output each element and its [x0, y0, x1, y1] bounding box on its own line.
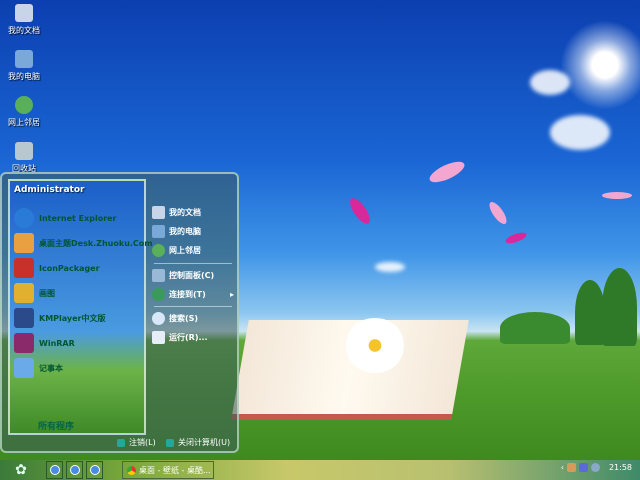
start-button[interactable]: ✿: [10, 462, 32, 478]
label: 我的文档: [8, 26, 40, 35]
user-name: Administrator: [14, 185, 85, 195]
desktop-icon-my-computer[interactable]: 我的电脑: [4, 50, 44, 82]
control-panel-icon: [152, 268, 165, 282]
network-places-icon: [15, 96, 33, 114]
submenu-arrow-icon: ▸: [229, 289, 234, 299]
label: 网上邻居: [169, 245, 201, 255]
label: 运行(R)...: [169, 332, 208, 342]
theme-icon: [14, 233, 34, 253]
label: 记事本: [39, 363, 63, 373]
globe-icon: [152, 287, 165, 301]
tray-expand-icon[interactable]: ‹: [561, 463, 564, 472]
places-pane: 我的文档 我的电脑 网上邻居 控制面板(C) 连接到(T) ▸ 搜索(S) 运行(…: [150, 179, 236, 435]
all-programs-button[interactable]: 所有程序: [38, 419, 74, 432]
desktop-icon-my-documents[interactable]: 我的文档: [4, 4, 44, 36]
notepad-icon: [14, 358, 34, 378]
logoff-button[interactable]: 注销(L): [117, 437, 156, 448]
power-icon: [166, 438, 174, 447]
run-icon: [152, 330, 165, 344]
app-icon: [89, 465, 100, 475]
chrome-icon: [127, 465, 136, 475]
clock[interactable]: 21:58: [609, 463, 632, 472]
label: IconPackager: [39, 263, 100, 273]
paint-icon: [14, 283, 34, 303]
menu-my-documents[interactable]: 我的文档: [152, 203, 234, 221]
ie-icon: [14, 208, 34, 228]
menu-connect-to[interactable]: 连接到(T) ▸: [152, 285, 234, 303]
menu-network-places[interactable]: 网上邻居: [152, 241, 234, 259]
desktop-icon-recycle-bin[interactable]: 回收站: [4, 142, 44, 174]
label: 我的电脑: [8, 72, 40, 81]
program-zhuoku[interactable]: 桌面主题Desk.Zhuoku.Com: [14, 232, 153, 254]
quicklaunch-ie[interactable]: [46, 461, 63, 479]
label: 我的文档: [169, 207, 201, 217]
program-kmplayer[interactable]: KMPlayer中文版: [14, 307, 106, 329]
kmplayer-icon: [14, 308, 34, 328]
label: WinRAR: [39, 338, 75, 348]
program-iconpackager[interactable]: IconPackager: [14, 257, 100, 279]
label: 桌面 - 壁纸 - 桌酷...: [139, 465, 211, 475]
ie-icon: [49, 465, 60, 475]
label: Internet Explorer: [39, 213, 117, 223]
sun: [560, 20, 640, 110]
winrar-icon: [14, 333, 34, 353]
menu-run[interactable]: 运行(R)...: [152, 328, 234, 346]
shutdown-button[interactable]: 关闭计算机(U): [166, 437, 230, 448]
browser-icon: [69, 465, 80, 475]
program-internet-explorer[interactable]: Internet Explorer: [14, 207, 117, 229]
taskbar: ✿ 桌面 - 壁纸 - 桌酷... ‹ 21:58: [0, 460, 640, 480]
iconpackager-icon: [14, 258, 34, 278]
menu-control-panel[interactable]: 控制面板(C): [152, 266, 234, 284]
my-computer-icon: [152, 224, 165, 238]
label: 搜索(S): [169, 313, 199, 323]
network-places-icon: [152, 243, 165, 257]
program-winrar[interactable]: WinRAR: [14, 332, 75, 354]
desktop-icon-network[interactable]: 网上邻居: [4, 96, 44, 128]
program-paint[interactable]: 画图: [14, 282, 55, 304]
divider: [154, 306, 232, 307]
start-menu: Administrator Internet Explorer 桌面主题Desk…: [0, 172, 239, 453]
logoff-icon: [117, 438, 125, 447]
label: 关闭计算机(U): [178, 438, 231, 447]
my-documents-icon: [152, 205, 165, 219]
my-computer-icon: [15, 50, 33, 68]
label: 连接到(T): [169, 289, 206, 299]
label: 网上邻居: [8, 118, 40, 127]
label: 桌面主题Desk.Zhuoku.Com: [39, 238, 153, 248]
label: 我的电脑: [169, 226, 201, 236]
daisy: [345, 318, 405, 373]
label: KMPlayer中文版: [39, 313, 106, 323]
divider: [154, 263, 232, 264]
volume-icon[interactable]: [590, 463, 600, 472]
label: 画图: [39, 288, 55, 298]
system-tray: ‹ 21:58: [561, 463, 632, 472]
label: 控制面板(C): [169, 270, 215, 280]
search-icon: [152, 311, 165, 325]
tray-icon[interactable]: [578, 463, 588, 472]
label: 注销(L): [129, 438, 156, 447]
recycle-bin-icon: [15, 142, 33, 160]
programs-pane: Administrator Internet Explorer 桌面主题Desk…: [8, 179, 153, 435]
taskbar-window-button[interactable]: 桌面 - 壁纸 - 桌酷...: [122, 461, 214, 479]
my-documents-icon: [15, 4, 33, 22]
menu-my-computer[interactable]: 我的电脑: [152, 222, 234, 240]
quicklaunch-2[interactable]: [66, 461, 83, 479]
program-notepad[interactable]: 记事本: [14, 357, 63, 379]
quicklaunch-3[interactable]: [86, 461, 103, 479]
menu-search[interactable]: 搜索(S): [152, 309, 234, 327]
tray-icon[interactable]: [566, 463, 576, 472]
